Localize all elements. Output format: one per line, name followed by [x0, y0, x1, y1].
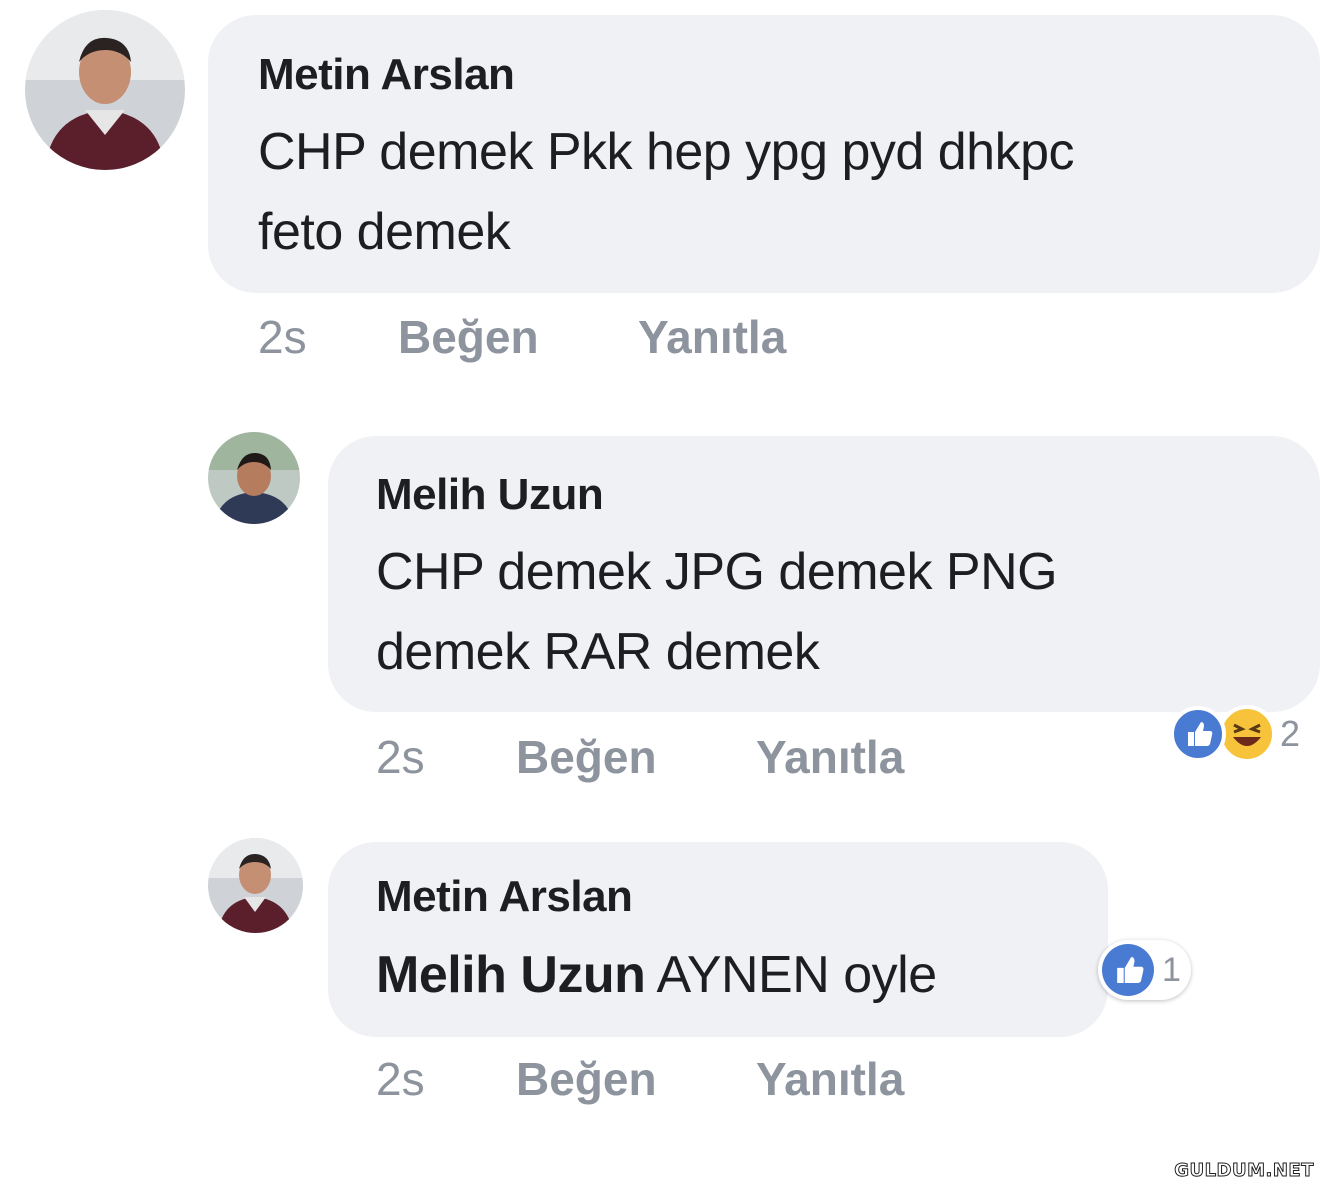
comment-actions: 2s Beğen Yanıtla	[376, 730, 1076, 786]
timestamp[interactable]: 2s	[376, 1052, 425, 1106]
like-button[interactable]: Beğen	[398, 310, 539, 364]
watermark: GULDUM.NET	[1174, 1160, 1314, 1182]
comment-author[interactable]: Metin Arslan	[376, 872, 633, 922]
comment-text-body: AYNEN oyle	[656, 946, 938, 1004]
comment-author[interactable]: Metin Arslan	[258, 50, 515, 100]
profile-photo-icon	[208, 838, 303, 933]
reply-button[interactable]: Yanıtla	[756, 1052, 904, 1106]
reactions-summary[interactable]: 1	[1098, 940, 1191, 1000]
comment-text-line: feto demek	[258, 203, 511, 261]
reaction-count: 1	[1162, 950, 1181, 989]
haha-icon	[1218, 705, 1276, 763]
like-button[interactable]: Beğen	[516, 1052, 657, 1106]
comment-text-line: CHP demek JPG demek PNG	[376, 543, 1058, 601]
mention-link[interactable]: Melih Uzun	[376, 946, 646, 1004]
reply-button[interactable]: Yanıtla	[756, 730, 904, 784]
avatar[interactable]	[25, 10, 185, 170]
timestamp[interactable]: 2s	[258, 310, 307, 364]
reaction-count: 2	[1280, 713, 1301, 754]
comment-text-line: demek RAR demek	[376, 623, 820, 681]
like-icon	[1170, 706, 1226, 762]
comment-actions: 2s Beğen Yanıtla	[258, 310, 958, 366]
profile-photo-icon	[208, 432, 300, 524]
comment-author[interactable]: Melih Uzun	[376, 470, 604, 520]
comment-text: Melih Uzun AYNEN oyle	[376, 935, 937, 1015]
timestamp[interactable]: 2s	[376, 730, 425, 784]
comment-actions: 2s Beğen Yanıtla	[376, 1052, 1076, 1108]
comment-text-line: CHP demek Pkk hep ypg pyd dhkpc	[258, 123, 1075, 181]
reactions-summary[interactable]: 2	[1170, 704, 1300, 764]
avatar[interactable]	[208, 432, 300, 524]
profile-photo-icon	[25, 10, 185, 170]
like-button[interactable]: Beğen	[516, 730, 657, 784]
like-icon	[1102, 944, 1154, 996]
avatar[interactable]	[208, 838, 303, 933]
reply-button[interactable]: Yanıtla	[638, 310, 786, 364]
